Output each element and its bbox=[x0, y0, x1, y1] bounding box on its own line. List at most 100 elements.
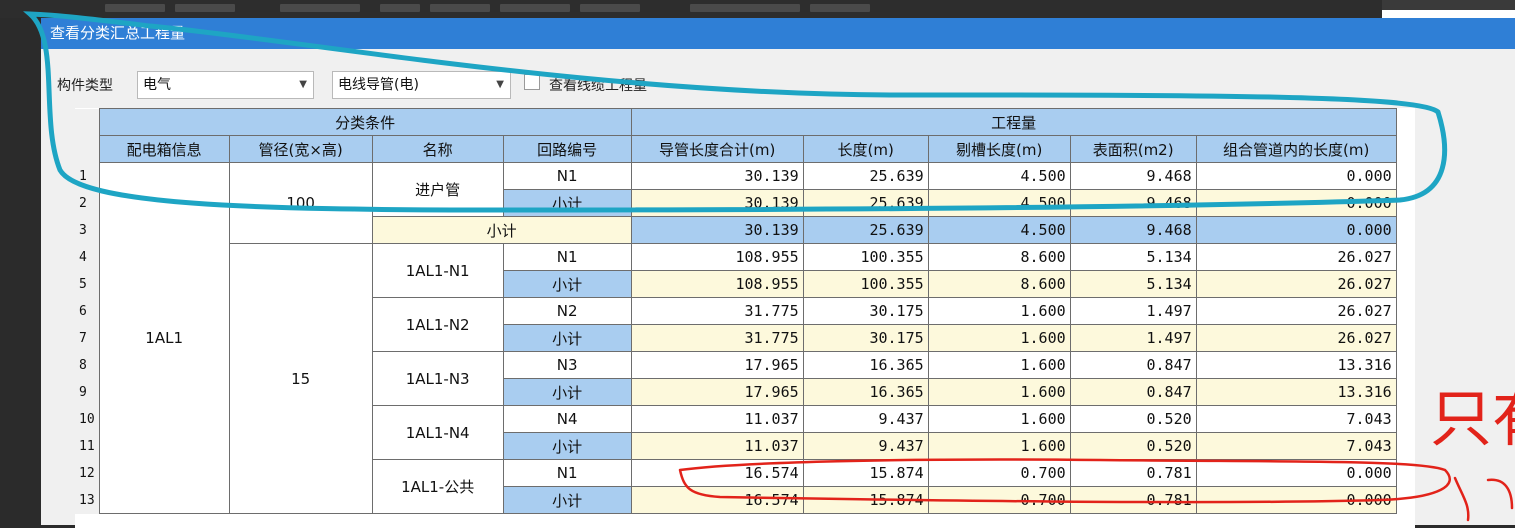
value-cell[interactable]: 26.027 bbox=[1195, 324, 1397, 352]
value-cell[interactable]: 1.600 bbox=[927, 297, 1071, 325]
circuit-cell[interactable]: N4 bbox=[502, 405, 632, 433]
value-cell[interactable]: 1.600 bbox=[927, 351, 1071, 379]
value-cell[interactable]: 25.639 bbox=[802, 162, 929, 190]
value-cell[interactable]: 0.000 bbox=[1195, 459, 1397, 487]
column-header[interactable]: 表面积(m2) bbox=[1069, 135, 1197, 163]
value-cell[interactable]: 4.500 bbox=[927, 189, 1071, 217]
value-cell[interactable]: 1.600 bbox=[927, 324, 1071, 352]
value-cell[interactable]: 0.520 bbox=[1069, 432, 1197, 460]
circuit-cell[interactable]: 小计 bbox=[502, 189, 632, 217]
value-cell[interactable]: 1.600 bbox=[927, 378, 1071, 406]
value-cell[interactable]: 16.574 bbox=[630, 486, 804, 514]
circuit-cell[interactable]: 小计 bbox=[502, 324, 632, 352]
value-cell[interactable]: 4.500 bbox=[927, 162, 1071, 190]
value-cell[interactable]: 1.497 bbox=[1069, 297, 1197, 325]
value-cell[interactable]: 16.365 bbox=[802, 378, 929, 406]
value-cell[interactable]: 0.000 bbox=[1195, 486, 1397, 514]
value-cell[interactable]: 0.520 bbox=[1069, 405, 1197, 433]
diameter-cell[interactable]: 15 bbox=[228, 243, 373, 514]
circuit-cell[interactable]: N1 bbox=[502, 162, 632, 190]
value-cell[interactable]: 11.037 bbox=[630, 432, 804, 460]
sub-type-select[interactable]: 电线导管(电) ▼ bbox=[332, 71, 511, 99]
value-cell[interactable]: 108.955 bbox=[630, 270, 804, 298]
value-cell[interactable]: 4.500 bbox=[927, 216, 1071, 244]
value-cell[interactable]: 0.700 bbox=[927, 486, 1071, 514]
subtotal-cell[interactable]: 小计 bbox=[371, 216, 632, 244]
value-cell[interactable]: 25.639 bbox=[802, 189, 929, 217]
value-cell[interactable]: 9.437 bbox=[802, 405, 929, 433]
value-cell[interactable]: 30.175 bbox=[802, 297, 929, 325]
value-cell[interactable]: 15.874 bbox=[802, 459, 929, 487]
value-cell[interactable]: 7.043 bbox=[1195, 405, 1397, 433]
column-header[interactable]: 管径(宽×高) bbox=[228, 135, 373, 163]
value-cell[interactable]: 1.600 bbox=[927, 405, 1071, 433]
circuit-cell[interactable]: N3 bbox=[502, 351, 632, 379]
column-header[interactable]: 配电箱信息 bbox=[98, 135, 230, 163]
value-cell[interactable]: 31.775 bbox=[630, 297, 804, 325]
value-cell[interactable]: 5.134 bbox=[1069, 243, 1197, 271]
value-cell[interactable]: 1.600 bbox=[927, 432, 1071, 460]
circuit-cell[interactable]: N1 bbox=[502, 459, 632, 487]
value-cell[interactable]: 25.639 bbox=[802, 216, 929, 244]
table-row[interactable]: 1 1AL1 100 进户管 N1 30.139 25.639 4.500 9.… bbox=[75, 162, 1397, 514]
value-cell[interactable]: 16.365 bbox=[802, 351, 929, 379]
cable-quantity-checkbox[interactable] bbox=[524, 74, 540, 90]
value-cell[interactable]: 26.027 bbox=[1195, 297, 1397, 325]
value-cell[interactable]: 31.775 bbox=[630, 324, 804, 352]
value-cell[interactable]: 30.139 bbox=[630, 189, 804, 217]
value-cell[interactable]: 8.600 bbox=[927, 243, 1071, 271]
value-cell[interactable]: 17.965 bbox=[630, 351, 804, 379]
name-cell[interactable]: 1AL1-N2 bbox=[371, 297, 504, 352]
value-cell[interactable]: 8.600 bbox=[927, 270, 1071, 298]
value-cell[interactable]: 0.000 bbox=[1195, 189, 1397, 217]
value-cell[interactable]: 100.355 bbox=[802, 270, 929, 298]
value-cell[interactable]: 16.574 bbox=[630, 459, 804, 487]
column-header[interactable]: 组合管道内的长度(m) bbox=[1195, 135, 1397, 163]
value-cell[interactable]: 26.027 bbox=[1195, 243, 1397, 271]
column-header[interactable]: 名称 bbox=[371, 135, 504, 163]
circuit-cell[interactable]: 小计 bbox=[502, 270, 632, 298]
name-cell[interactable]: 1AL1-N3 bbox=[371, 351, 504, 406]
value-cell[interactable]: 13.316 bbox=[1195, 351, 1397, 379]
circuit-cell[interactable]: 小计 bbox=[502, 378, 632, 406]
circuit-cell[interactable]: 小计 bbox=[502, 486, 632, 514]
value-cell[interactable]: 30.139 bbox=[630, 162, 804, 190]
circuit-cell[interactable]: N2 bbox=[502, 297, 632, 325]
value-cell[interactable]: 0.847 bbox=[1069, 351, 1197, 379]
value-cell[interactable]: 0.781 bbox=[1069, 459, 1197, 487]
value-cell[interactable]: 17.965 bbox=[630, 378, 804, 406]
value-cell[interactable]: 30.175 bbox=[802, 324, 929, 352]
value-cell[interactable]: 15.874 bbox=[802, 486, 929, 514]
table-row[interactable]: 4 15 1AL1-N1 N1 108.955 100.355 8.600 5.… bbox=[75, 243, 1397, 514]
box-info-cell[interactable]: 1AL1 bbox=[98, 162, 230, 514]
name-cell[interactable]: 1AL1-N1 bbox=[371, 243, 504, 298]
value-cell[interactable]: 13.316 bbox=[1195, 378, 1397, 406]
value-cell[interactable]: 0.000 bbox=[1195, 162, 1397, 190]
name-cell[interactable]: 进户管 bbox=[371, 162, 504, 217]
value-cell[interactable]: 9.468 bbox=[1069, 216, 1197, 244]
diameter-cell[interactable]: 100 bbox=[228, 162, 373, 244]
value-cell[interactable]: 9.437 bbox=[802, 432, 929, 460]
column-header[interactable]: 回路编号 bbox=[502, 135, 632, 163]
value-cell[interactable]: 11.037 bbox=[630, 405, 804, 433]
value-cell[interactable]: 7.043 bbox=[1195, 432, 1397, 460]
value-cell[interactable]: 30.139 bbox=[630, 216, 804, 244]
value-cell[interactable]: 0.847 bbox=[1069, 378, 1197, 406]
component-type-select[interactable]: 电气 ▼ bbox=[137, 71, 314, 99]
value-cell[interactable]: 5.134 bbox=[1069, 270, 1197, 298]
value-cell[interactable]: 100.355 bbox=[802, 243, 929, 271]
value-cell[interactable]: 9.468 bbox=[1069, 162, 1197, 190]
column-header[interactable]: 剔槽长度(m) bbox=[927, 135, 1071, 163]
value-cell[interactable]: 108.955 bbox=[630, 243, 804, 271]
name-cell[interactable]: 1AL1-公共 bbox=[371, 459, 504, 514]
value-cell[interactable]: 0.000 bbox=[1195, 216, 1397, 244]
value-cell[interactable]: 26.027 bbox=[1195, 270, 1397, 298]
name-cell[interactable]: 1AL1-N4 bbox=[371, 405, 504, 460]
value-cell[interactable]: 0.781 bbox=[1069, 486, 1197, 514]
value-cell[interactable]: 9.468 bbox=[1069, 189, 1197, 217]
circuit-cell[interactable]: N1 bbox=[502, 243, 632, 271]
value-cell[interactable]: 1.497 bbox=[1069, 324, 1197, 352]
circuit-cell[interactable]: 小计 bbox=[502, 432, 632, 460]
column-header[interactable]: 长度(m) bbox=[802, 135, 929, 163]
column-header[interactable]: 导管长度合计(m) bbox=[630, 135, 804, 163]
